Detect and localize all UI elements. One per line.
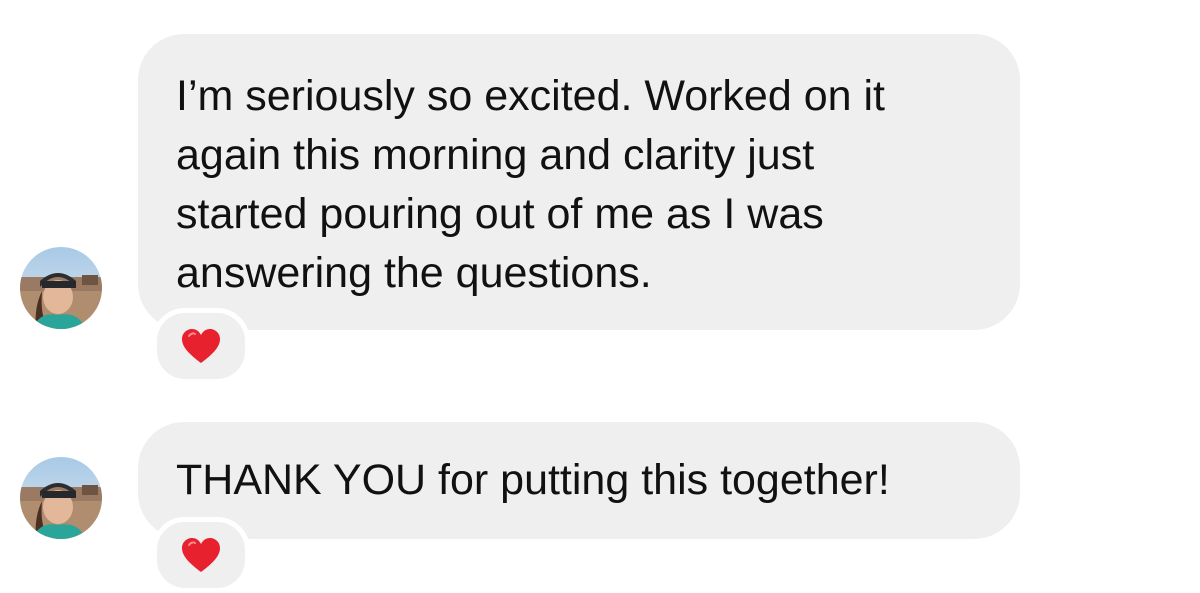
message-bubble[interactable]: THANK YOU for putting this together! bbox=[138, 422, 1020, 539]
heart-icon bbox=[181, 328, 221, 364]
message-text: THANK YOU for putting this together! bbox=[176, 456, 890, 504]
heart-icon bbox=[181, 537, 221, 573]
sender-avatar[interactable] bbox=[20, 247, 102, 329]
reaction-badge[interactable] bbox=[152, 308, 250, 384]
message-text: I’m seriously so excited. Worked on it a… bbox=[176, 72, 885, 297]
avatar-photo-icon bbox=[20, 457, 102, 539]
message-thread: I’m seriously so excited. Worked on it a… bbox=[0, 0, 1200, 593]
message-bubble[interactable]: I’m seriously so excited. Worked on it a… bbox=[138, 34, 1020, 330]
reaction-badge[interactable] bbox=[152, 517, 250, 593]
avatar-photo-icon bbox=[20, 247, 102, 329]
sender-avatar[interactable] bbox=[20, 457, 102, 539]
